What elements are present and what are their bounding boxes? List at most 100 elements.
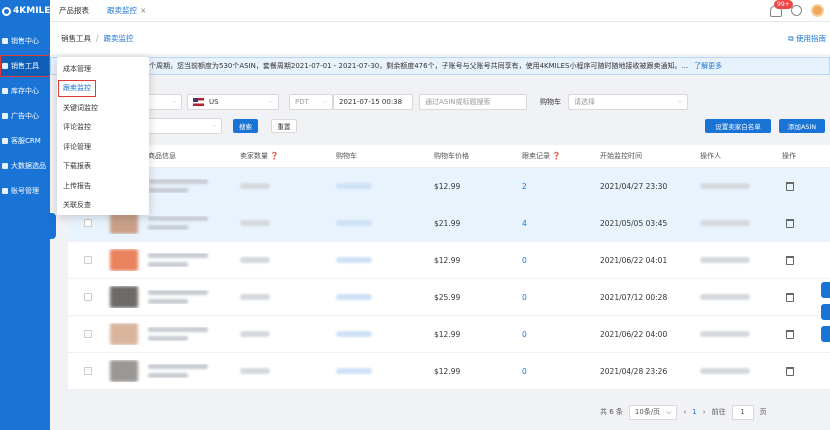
- operator-redacted: [700, 293, 750, 300]
- datetime-value: 2021-07-15 00:38: [339, 98, 403, 106]
- search-input[interactable]: 通过ASIN或标题搜索: [419, 94, 527, 110]
- bell-icon[interactable]: 99+: [770, 0, 793, 17]
- next-page-button[interactable]: ›: [703, 408, 706, 416]
- row-checkbox-cell: [68, 330, 106, 338]
- float-button[interactable]: [821, 326, 830, 342]
- floating-actions: [821, 282, 830, 348]
- datetime-display[interactable]: 2021-07-15 00:38: [333, 94, 413, 110]
- trash-icon[interactable]: [786, 218, 794, 228]
- sidebar-item-crm[interactable]: 客服CRM: [0, 130, 50, 152]
- product-thumbnail[interactable]: [110, 323, 138, 345]
- row-checkbox[interactable]: [84, 293, 92, 301]
- records-cell[interactable]: 0: [518, 256, 596, 265]
- records-cell[interactable]: 0: [518, 367, 596, 376]
- cart-owner-redacted[interactable]: [336, 219, 372, 226]
- learn-more-link[interactable]: 了解更多: [694, 61, 722, 71]
- product-title-redacted: [148, 253, 208, 258]
- seller-count-redacted: [240, 330, 270, 337]
- marketplace-select[interactable]: US ⌵: [187, 94, 279, 110]
- sidebar-item-sales-tools[interactable]: 销售工具: [0, 55, 50, 77]
- menu-item-keyword-monitor[interactable]: 关键词监控: [57, 98, 149, 118]
- row-checkbox[interactable]: [84, 256, 92, 264]
- cart-cell: [332, 367, 430, 376]
- records-cell[interactable]: 0: [518, 293, 596, 302]
- trash-icon[interactable]: [786, 255, 794, 265]
- menu-item-upload-report[interactable]: 上传报告: [57, 176, 149, 196]
- records-cell[interactable]: 0: [518, 330, 596, 339]
- close-icon[interactable]: ×: [140, 6, 146, 15]
- sidebar-item-bigdata[interactable]: 大数据选品: [0, 155, 50, 177]
- table-row[interactable]: $21.99 4 2021/05/05 03:45: [68, 205, 830, 242]
- float-button[interactable]: [821, 304, 830, 320]
- app-logo[interactable]: 4KMILES: [0, 0, 50, 22]
- breadcrumb-root[interactable]: 销售工具: [61, 33, 91, 44]
- cart-owner-redacted[interactable]: [336, 330, 372, 337]
- product-thumbnail[interactable]: [110, 249, 138, 271]
- cart-owner-redacted[interactable]: [336, 293, 372, 300]
- product-thumbnail[interactable]: [110, 286, 138, 308]
- help-icon[interactable]: ❓: [270, 152, 279, 160]
- action-cell: [778, 329, 818, 339]
- trash-icon[interactable]: [786, 292, 794, 302]
- cart-owner-redacted[interactable]: [336, 256, 372, 263]
- add-asin-button[interactable]: 添加ASIN: [779, 119, 825, 133]
- trash-icon[interactable]: [786, 329, 794, 339]
- set-seller-whitelist-button[interactable]: 设置卖家白名单: [705, 119, 771, 133]
- sidebar-item-label: 账号管理: [11, 187, 39, 195]
- filter-select[interactable]: ⌵: [140, 118, 222, 134]
- product-thumbnail[interactable]: [110, 360, 138, 382]
- table-row[interactable]: $25.99 0 2021/07/12 00:28: [68, 279, 830, 316]
- menu-item-cost-management[interactable]: 成本管理: [57, 59, 149, 79]
- records-cell[interactable]: 4: [518, 219, 596, 228]
- product-thumbnail[interactable]: [110, 212, 138, 234]
- menu-item-download-report[interactable]: 下载报表: [57, 157, 149, 177]
- cart-select[interactable]: 请选择 ⌵: [568, 94, 688, 110]
- prev-page-button[interactable]: ‹: [683, 408, 686, 416]
- row-checkbox-cell: [68, 219, 106, 227]
- table-row[interactable]: $12.99 2 2021/04/27 23:30: [68, 168, 830, 205]
- cart-owner-redacted[interactable]: [336, 367, 372, 374]
- menu-item-review-monitor[interactable]: 评论监控: [57, 118, 149, 138]
- help-guide-link[interactable]: ⧉ 使用指南: [788, 33, 826, 44]
- trash-icon[interactable]: [786, 181, 794, 191]
- product-info-cell: [144, 253, 236, 267]
- help-icon[interactable]: ❓: [552, 152, 561, 160]
- menu-item-related-lookup[interactable]: 关联反查: [57, 196, 149, 216]
- sidebar-item-label: 广告中心: [11, 112, 39, 120]
- search-button[interactable]: 搜索: [233, 119, 258, 133]
- row-checkbox[interactable]: [84, 330, 92, 338]
- page-size-select[interactable]: 10条/页 ⌵: [628, 404, 678, 420]
- float-button[interactable]: [821, 282, 830, 298]
- row-checkbox-cell: [68, 256, 106, 264]
- gear-icon[interactable]: [791, 5, 802, 16]
- table-row[interactable]: $12.99 0 2021/04/28 23:26: [68, 353, 830, 390]
- operator-redacted: [700, 182, 750, 189]
- table-row[interactable]: $12.99 0 2021/06/22 04:00: [68, 316, 830, 353]
- menu-item-review-management[interactable]: 评论管理: [57, 137, 149, 157]
- sidebar-item-sales-center[interactable]: 销售中心: [0, 30, 50, 52]
- tab-product-report[interactable]: 产品报表: [50, 0, 98, 22]
- reset-button[interactable]: 重置: [271, 119, 297, 133]
- avatar[interactable]: [811, 4, 824, 17]
- seller-count-cell: [236, 182, 332, 191]
- seller-count-cell: [236, 367, 332, 376]
- row-checkbox[interactable]: [84, 367, 92, 375]
- timezone-select[interactable]: PDT ⌵: [289, 94, 333, 110]
- tab-follow-monitor[interactable]: 跟卖监控 ×: [98, 0, 155, 22]
- trash-icon[interactable]: [786, 366, 794, 376]
- sidebar-item-inventory[interactable]: 库存中心: [0, 80, 50, 102]
- row-checkbox[interactable]: [84, 219, 92, 227]
- records-cell[interactable]: 2: [518, 182, 596, 191]
- sidebar-collapse-handle[interactable]: [50, 213, 56, 239]
- page-number[interactable]: 1: [692, 408, 696, 416]
- start-time-cell: 2021/06/22 04:00: [600, 329, 668, 339]
- table-row[interactable]: $12.99 0 2021/06/22 04:01: [68, 242, 830, 279]
- cart-owner-redacted[interactable]: [336, 182, 372, 189]
- sidebar-item-ads[interactable]: 广告中心: [0, 105, 50, 127]
- menu-item-follow-monitor[interactable]: 跟卖监控: [57, 79, 97, 99]
- page-jump-input[interactable]: 1: [731, 404, 754, 420]
- col-sellers-label: 卖家数量: [240, 152, 268, 160]
- sidebar-item-account[interactable]: 账号管理: [0, 180, 50, 202]
- product-asin-redacted: [148, 262, 188, 267]
- cart-placeholder: 请选择: [574, 98, 595, 106]
